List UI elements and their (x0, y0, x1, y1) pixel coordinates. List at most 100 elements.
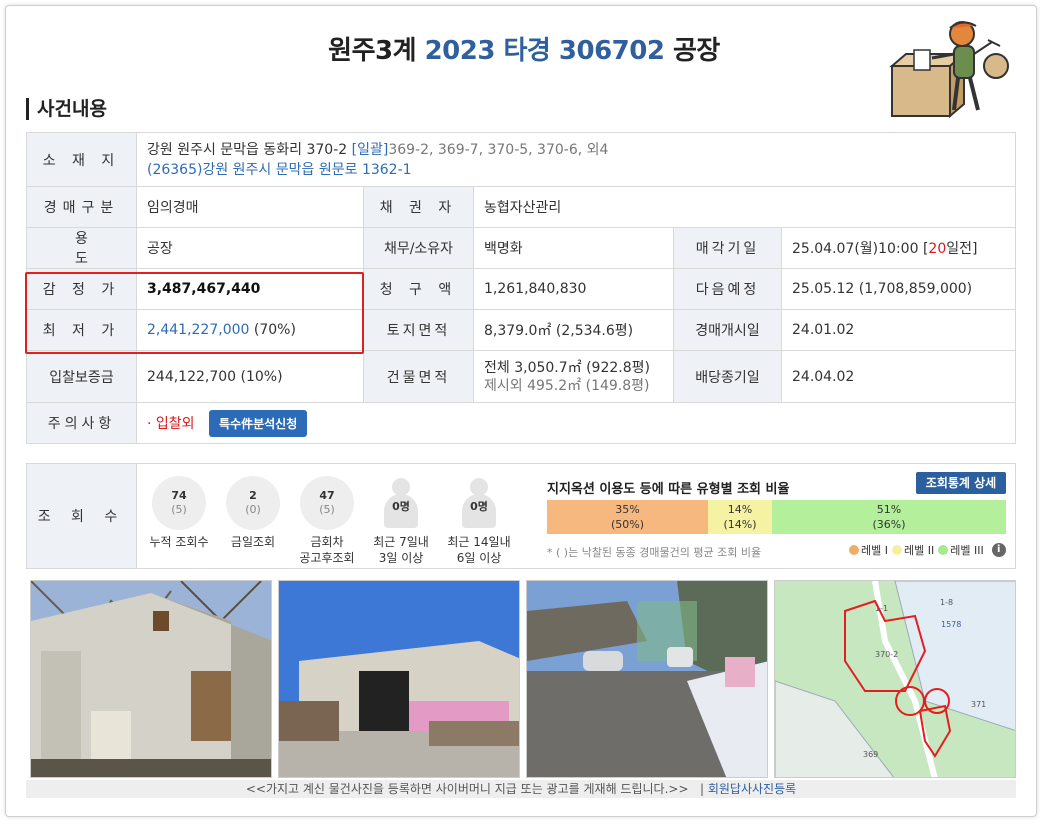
stats-title: 지지옥션 이용도 등에 따른 유형별 조회 비율 (547, 482, 790, 497)
ad-text: <<가지고 계신 물건사진을 등록하면 사이버머니 지급 또는 광고를 게재해 … (245, 782, 689, 796)
building-area-label: 건물면적 (363, 350, 474, 403)
view-stat-total: 74 (5) 누적 조회수 (141, 476, 217, 550)
map-label: 1-1 (875, 604, 888, 613)
deposit-value: 244,122,700 (10%) (136, 350, 364, 403)
view-stat-sub: (0) (245, 503, 261, 516)
property-map[interactable]: 1-1 1-8 1578 370-2 371 369 (774, 580, 1016, 778)
claim-label: 청 구 액 (363, 268, 474, 310)
case-number: 2023 타경 306702 (424, 36, 665, 66)
factory-photo (279, 581, 519, 777)
sale-date-suffix: 일전] (946, 241, 978, 257)
analysis-request-button[interactable]: 특수件분석신청 (209, 409, 308, 437)
next-label: 다음예정 (673, 268, 782, 310)
ratio-bar-average: (50%) (610, 518, 645, 531)
warehouse-photo (31, 581, 271, 777)
building-area-total: 전체 3,050.7㎡ (922.8평) (484, 359, 650, 376)
min-price-pct: (70%) (249, 322, 296, 338)
view-stat-label: 최근 14일내 (447, 535, 511, 549)
building-area-value: 전체 3,050.7㎡ (922.8평) 제시외 495.2㎡ (149.8평) (473, 350, 674, 403)
view-stat-label: 누적 조회수 (149, 535, 209, 549)
building-area-excluded: 제시외 495.2㎡ (149.8평) (484, 377, 650, 394)
next-value: 25.05.12 (1,708,859,000) (781, 268, 1016, 310)
stats-note: * ( )는 낙찰된 동종 경매물건의 평균 조회 비율 (547, 546, 762, 559)
creditor-label: 채 권 자 (363, 186, 474, 228)
road-photo (527, 581, 767, 777)
auction-type-value: 임의경매 (136, 186, 364, 228)
property-photo-3[interactable] (526, 580, 768, 778)
mascot-illustration (889, 21, 1009, 119)
address-line: 강원 원주시 문막읍 동화리 370-2 (147, 141, 348, 158)
start-label: 경매개시일 (673, 309, 782, 351)
ad-bar: <<가지고 계신 물건사진을 등록하면 사이버머니 지급 또는 광고를 게재해 … (26, 780, 1016, 798)
ratio-bar-average: (36%) (872, 518, 906, 531)
stats-detail-button[interactable]: 조회통계 상세 (916, 472, 1006, 494)
person-icon: 0명 (452, 476, 506, 530)
ratio-bar-percent: 35% (615, 503, 640, 516)
dividend-label: 배당종기일 (673, 350, 782, 403)
ratio-bar-segment-2: 14% (14%) (708, 500, 772, 534)
cadastral-map: 1-1 1-8 1578 370-2 371 369 (775, 581, 1015, 777)
view-stat-label: 금일조회 (230, 535, 276, 549)
appraisal-value: 3,487,467,440 (136, 268, 364, 310)
view-stat-number: 2 (249, 489, 257, 502)
view-stat-number: 0명 (392, 500, 410, 513)
legend-level-2: 레벨 II (891, 542, 934, 558)
category: 공장 (673, 36, 720, 66)
view-stat-7days: 0명 최근 7일내 3일 이상 (363, 476, 439, 566)
caution-value: · 입찰외 (147, 415, 195, 432)
start-value: 24.01.02 (781, 309, 1016, 351)
view-stat-number: 0명 (470, 500, 488, 513)
land-area-label: 토지면적 (363, 309, 474, 351)
ratio-bar-segment-1: 35% (50%) (547, 500, 708, 534)
road-address[interactable]: (26365)강원 원주시 문막읍 원문로 1362-1 (147, 160, 1005, 180)
creditor-value: 농협자산관리 (473, 186, 1016, 228)
sale-date-label: 매각기일 (673, 227, 782, 269)
map-label: 1578 (941, 620, 961, 629)
member-photo-register-link[interactable]: 회원답사사진등록 (708, 782, 796, 796)
ratio-bar-segment-3: 51% (36%) (772, 500, 1006, 534)
min-price-label: 최 저 가 (26, 309, 137, 351)
case-info-table: 소 재 지 강원 원주시 문막읍 동화리 370-2 [일괄]369-2, 36… (26, 132, 1016, 444)
ratio-bar-average: (14%) (723, 518, 757, 531)
view-stat-label-2: 6일 이상 (456, 551, 502, 565)
map-label: 1-8 (940, 598, 953, 607)
views-label: 조 회 수 (27, 464, 137, 568)
court-name: 원주3계 (328, 36, 417, 66)
bundle-tag[interactable]: [일괄] (352, 142, 389, 158)
use-value: 공장 (136, 227, 364, 269)
debtor-value: 백명화 (473, 227, 674, 269)
view-stat-number: 47 (319, 489, 335, 502)
person-icon: 0명 (374, 476, 428, 530)
info-icon[interactable]: i (991, 543, 1006, 557)
property-photo-2[interactable] (278, 580, 520, 778)
sale-date-days: 20 (928, 241, 947, 257)
sale-date-value: 25.04.07(월)10:00 [20일전] (781, 227, 1016, 269)
view-stat-number: 74 (171, 489, 187, 502)
property-photo-1[interactable] (30, 580, 272, 778)
view-stat-sub: (5) (171, 503, 187, 516)
section-title: 사건내용 (26, 98, 107, 120)
legend-level-3: 레벨 III (938, 542, 984, 558)
location-label: 소 재 지 (26, 132, 137, 187)
view-stat-sub: (5) (319, 503, 335, 516)
map-label: 370-2 (875, 650, 898, 659)
sale-date-text: 25.04.07(월)10:00 [ (792, 241, 929, 257)
legend-level-1: 레벨 I (849, 542, 888, 558)
land-area-value: 8,379.0㎡ (2,534.6평) (473, 309, 674, 351)
use-label: 용 도 (26, 227, 137, 269)
view-stat-14days: 0명 최근 14일내 6일 이상 (441, 476, 517, 566)
claim-value: 1,261,840,830 (473, 268, 674, 310)
appraisal-label: 감 정 가 (26, 268, 137, 310)
map-label: 371 (971, 700, 986, 709)
view-stat-label: 최근 7일내 (373, 535, 429, 549)
view-stat-label: 금회차 (310, 535, 344, 549)
views-panel: 조 회 수 74 (5) 누적 조회수 2 (0) 금일조회 47 (5) 금회차 공… (26, 463, 1016, 569)
ratio-bar-percent: 14% (727, 503, 753, 516)
dividend-value: 24.04.02 (781, 350, 1016, 403)
debtor-label: 채무/소유자 (363, 227, 474, 269)
map-label: 369 (863, 750, 878, 759)
view-stat-round: 47 (5) 금회차 공고후조회 (289, 476, 365, 566)
view-stat-label-2: 공고후조회 (299, 551, 355, 565)
auction-type-label: 경매구분 (26, 186, 137, 228)
address-extra: 369-2, 369-7, 370-5, 370-6, 외4 (388, 141, 609, 158)
